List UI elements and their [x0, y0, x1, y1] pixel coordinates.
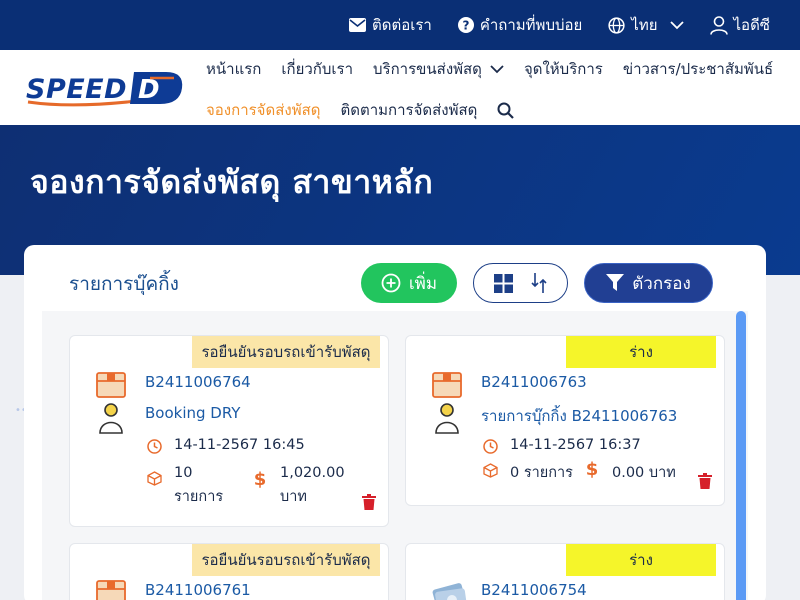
nav-booking[interactable]: จองการจัดส่งพัสดุ: [206, 98, 320, 122]
booking-id[interactable]: B2411006754: [481, 581, 587, 599]
question-circle-icon: ?: [457, 17, 474, 33]
delete-button[interactable]: [362, 494, 376, 514]
user-label: ไอดีซี: [733, 16, 770, 34]
nav-news[interactable]: ข่าวสาร/ประชาสัมพันธ์: [623, 57, 773, 81]
scrollbar-thumb[interactable]: [736, 311, 746, 600]
booking-amount: $ 1,020.00 บาท: [252, 461, 345, 509]
nav-home[interactable]: หน้าแรก: [206, 57, 261, 81]
booking-items: 10 รายการ: [146, 461, 223, 509]
amount-text: 0.00 บาท: [612, 465, 676, 481]
status-badge: รอยืนยันรอบรถเข้ารับพัสดุ: [192, 544, 380, 576]
booking-amount: $ 0.00 บาท: [584, 459, 676, 484]
main-navbar: SPEED D หน้าแรก เกี่ยวกับเรา บริการขนส่ง…: [0, 50, 800, 125]
amount-value: 1,020.00: [280, 465, 345, 481]
nav-services[interactable]: บริการขนส่งพัสดุ: [373, 57, 504, 81]
trash-icon: [362, 494, 376, 510]
faq-link[interactable]: ? คำถามที่พบบ่อย: [457, 13, 583, 37]
booking-id[interactable]: B2411006763: [481, 373, 587, 391]
status-badge: ร่าง: [566, 544, 716, 576]
booking-id[interactable]: B2411006764: [145, 373, 251, 391]
chevron-down-icon: [490, 64, 504, 73]
package-user-icon: [96, 580, 126, 600]
nav-row-secondary: จองการจัดส่งพัสดุ ติดตามการจัดส่งพัสดุ: [206, 96, 515, 124]
dollar-icon: $: [253, 469, 267, 490]
items-unit: รายการ: [174, 489, 224, 505]
nav-services-label: บริการขนส่งพัสดุ: [373, 60, 482, 78]
svg-text:SPEED: SPEED: [26, 74, 127, 105]
trash-icon: [698, 473, 712, 489]
amount-unit: บาท: [280, 489, 307, 505]
language-label: ไทย: [631, 16, 658, 34]
svg-text:?: ?: [462, 19, 469, 33]
booking-card[interactable]: รอยืนยันรอบรถเข้ารับพัสดุ B2411006764 Bo…: [69, 335, 389, 527]
chevron-down-icon: [669, 20, 684, 29]
page-title: จองการจัดส่งพัสดุ สาขาหลัก: [30, 163, 434, 201]
box-icon: [482, 463, 498, 478]
datetime-text: 14-11-2567 16:37: [510, 437, 641, 453]
clock-icon: [146, 439, 162, 454]
delete-button[interactable]: [698, 473, 712, 493]
top-bar: ติดต่อเรา ? คำถามที่พบบ่อย ไทย ไอดีซี: [0, 0, 800, 50]
panel-title: รายการบุ๊คกิ้ง: [69, 273, 179, 295]
language-selector[interactable]: ไทย: [608, 13, 684, 37]
filter-button[interactable]: ตัวกรอง: [584, 263, 713, 303]
package-user-icon: [432, 372, 462, 438]
booking-datetime: 14-11-2567 16:45: [146, 437, 305, 454]
search-icon: [497, 102, 515, 119]
nav-about[interactable]: เกี่ยวกับเรา: [281, 57, 353, 81]
booking-panel: รายการบุ๊คกิ้ง เพิ่ม ตัวกรอง รอยืนยันรอบ…: [24, 245, 766, 600]
booking-card[interactable]: ร่าง B2411006754: [405, 543, 725, 600]
dollar-icon: $: [585, 459, 599, 480]
plus-circle-icon: [381, 273, 401, 293]
nav-service-points[interactable]: จุดให้บริการ: [524, 57, 603, 81]
envelope-icon: [348, 18, 366, 32]
add-button[interactable]: เพิ่ม: [361, 263, 457, 303]
add-label: เพิ่ม: [408, 273, 438, 294]
user-icon: [709, 15, 728, 35]
nav-row-primary: หน้าแรก เกี่ยวกับเรา บริการขนส่งพัสดุ จุ…: [206, 54, 773, 84]
booking-datetime: 14-11-2567 16:37: [482, 437, 641, 454]
box-icon: [146, 471, 162, 486]
sort-arrows-icon[interactable]: [531, 272, 547, 294]
package-user-icon: [96, 372, 126, 438]
booking-name: Booking DRY: [145, 404, 241, 422]
datetime-text: 14-11-2567 16:45: [174, 437, 305, 453]
items-text: 0 รายการ: [510, 465, 573, 481]
money-icon: [432, 580, 468, 600]
nav-tracking[interactable]: ติดตามการจัดส่งพัสดุ: [340, 98, 477, 122]
status-badge: ร่าง: [566, 336, 716, 368]
booking-id[interactable]: B2411006761: [145, 581, 251, 599]
grid-view-icon[interactable]: [494, 273, 513, 293]
svg-text:D: D: [138, 75, 160, 105]
contact-link[interactable]: ติดต่อเรา: [348, 13, 432, 37]
view-sort-toggle[interactable]: [473, 263, 568, 303]
booking-name: รายการบุ๊กกิ้ง B2411006763: [481, 407, 678, 425]
globe-icon: [608, 16, 625, 34]
filter-label: ตัวกรอง: [632, 273, 691, 294]
booking-items: 0 รายการ: [482, 461, 573, 484]
faq-label: คำถามที่พบบ่อย: [479, 16, 583, 34]
clock-icon: [482, 439, 498, 454]
items-count: 10: [174, 465, 193, 481]
user-menu[interactable]: ไอดีซี: [709, 13, 770, 37]
booking-card[interactable]: ร่าง B2411006763 รายการบุ๊กกิ้ง B2411006…: [405, 335, 725, 506]
filter-icon: [606, 274, 625, 291]
status-badge: รอยืนยันรอบรถเข้ารับพัสดุ: [192, 336, 380, 368]
booking-card[interactable]: รอยืนยันรอบรถเข้ารับพัสดุ B2411006761: [69, 543, 389, 600]
speed-d-logo[interactable]: SPEED D: [24, 66, 186, 110]
contact-label: ติดต่อเรา: [371, 16, 432, 34]
search-button[interactable]: [497, 102, 515, 119]
